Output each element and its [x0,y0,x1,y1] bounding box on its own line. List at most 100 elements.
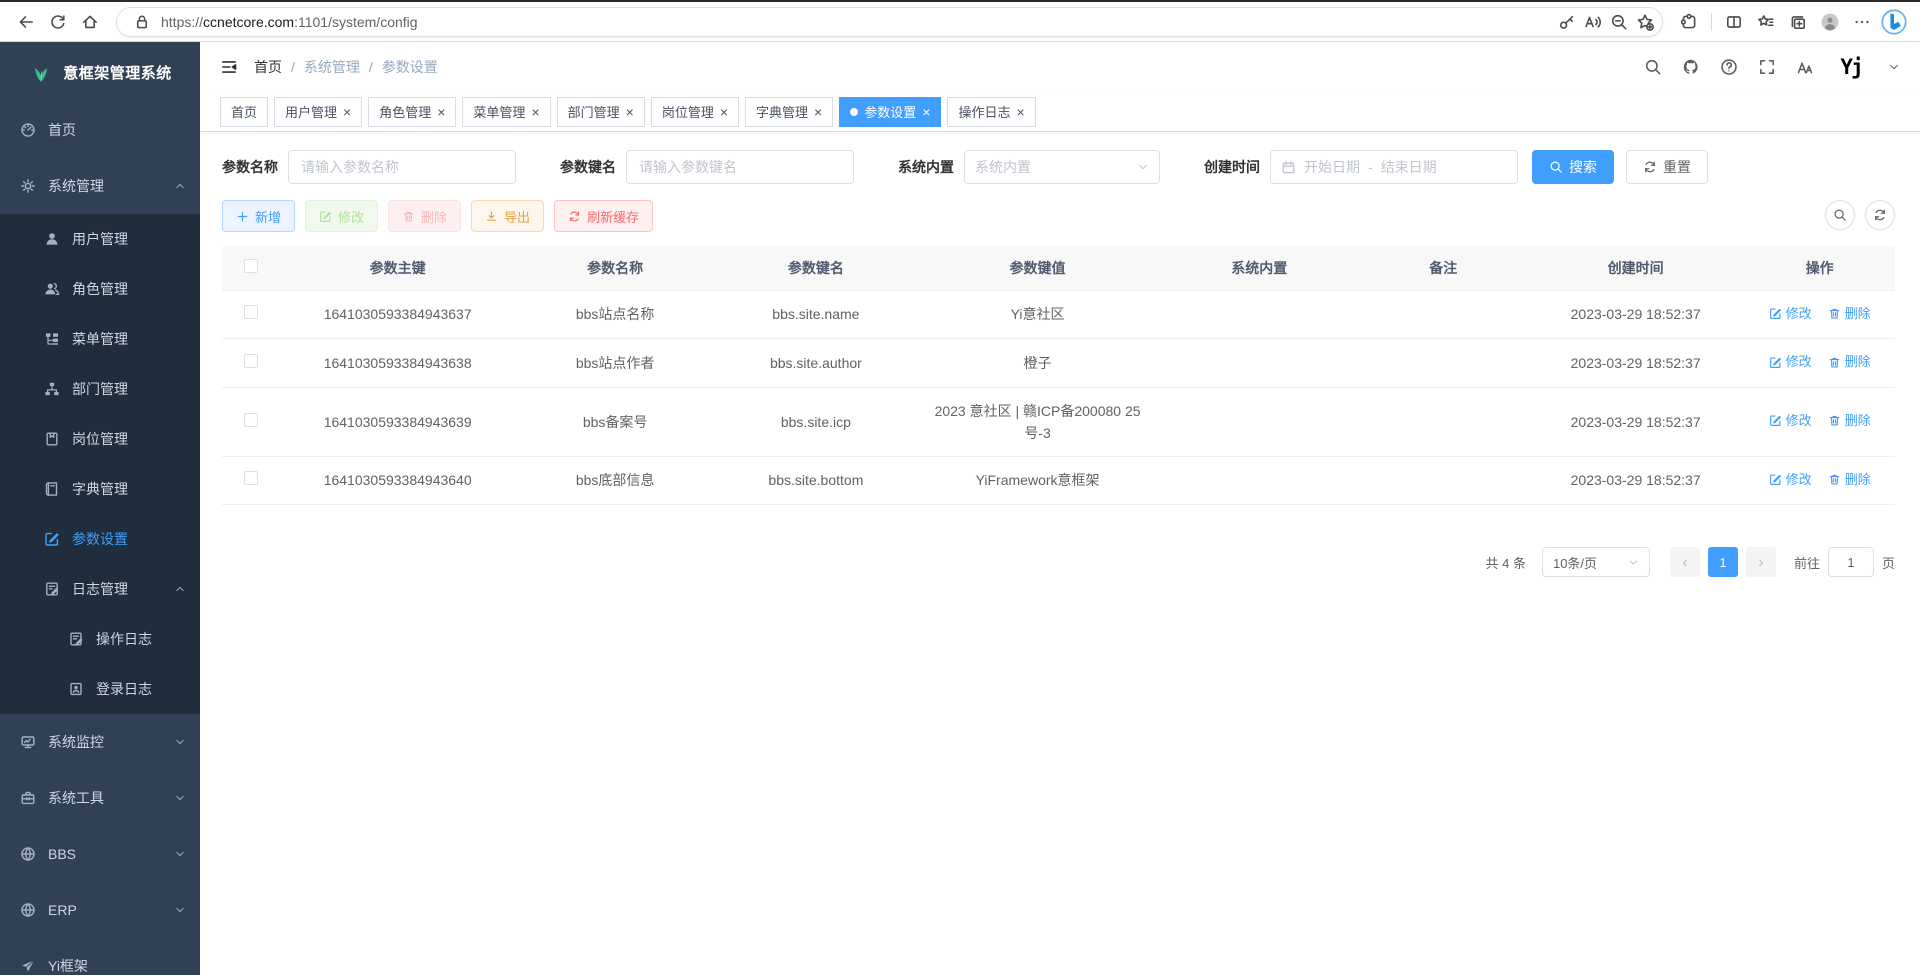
close-icon[interactable]: × [626,105,634,119]
page-size-select[interactable]: 10条/页 [1542,547,1650,577]
browser-profile-avatar[interactable] [1814,6,1846,38]
sidebar-item-loginlog[interactable]: 登录日志 [0,664,200,714]
table-row: 1641030593384943639bbs备案号bbs.site.icp202… [222,387,1895,456]
row-edit-link[interactable]: 修改 [1769,303,1812,325]
sidebar-item-post[interactable]: 岗位管理 [0,414,200,464]
sidebar-item-dict[interactable]: 字典管理 [0,464,200,514]
help-icon[interactable] [1720,58,1738,76]
select-all-checkbox[interactable] [244,259,258,273]
sidebar-item-role[interactable]: 角色管理 [0,264,200,314]
tab-操作日志[interactable]: 操作日志× [947,97,1035,127]
row-checkbox[interactable] [244,471,258,485]
github-icon[interactable] [1682,58,1700,76]
close-icon[interactable]: × [814,105,822,119]
tab-首页[interactable]: 首页 [220,97,268,127]
extensions-icon[interactable] [1673,6,1705,38]
tab-菜单管理[interactable]: 菜单管理× [462,97,550,127]
page-1-button[interactable]: 1 [1708,547,1738,577]
tab-岗位管理[interactable]: 岗位管理× [651,97,739,127]
tab-参数设置[interactable]: 参数设置× [839,97,941,127]
close-icon[interactable]: × [437,105,445,119]
breadcrumb-item[interactable]: 首页 [254,57,282,77]
builtin-select[interactable]: 系统内置 [964,150,1160,184]
sidebar-item-yiframe[interactable]: Yi框架 [0,938,200,975]
row-delete-link[interactable]: 删除 [1828,469,1871,491]
toolbox-icon [20,790,36,806]
toolbar-button-导出[interactable]: 导出 [471,200,544,232]
header-search-icon[interactable] [1644,58,1662,76]
bing-chat-icon[interactable] [1878,6,1910,38]
font-size-icon[interactable] [1796,58,1814,76]
trash-icon [1828,414,1841,427]
sidebar-item-tool[interactable]: 系统工具 [0,770,200,826]
sidebar-item-erp[interactable]: ERP [0,882,200,938]
sidebar-item-user[interactable]: 用户管理 [0,214,200,264]
fullscreen-icon[interactable] [1758,58,1776,76]
tab-角色管理[interactable]: 角色管理× [368,97,456,127]
browser-more-icon[interactable] [1846,6,1878,38]
address-bar[interactable]: https://ccnetcore.com:1101/system/config [116,7,1663,37]
row-delete-link[interactable]: 删除 [1828,410,1871,432]
row-checkbox[interactable] [244,354,258,368]
toggle-search-button[interactable] [1825,200,1855,230]
row-edit-link[interactable]: 修改 [1769,351,1812,373]
read-aloud-icon[interactable] [1580,9,1606,35]
refresh-table-button[interactable] [1865,200,1895,230]
close-icon[interactable]: × [531,105,539,119]
param-key-input[interactable] [626,150,854,184]
split-screen-icon[interactable] [1718,6,1750,38]
home-icon[interactable] [74,6,106,38]
row-delete-link[interactable]: 删除 [1828,351,1871,373]
reset-button[interactable]: 重置 [1626,150,1708,184]
favorites-bar-icon[interactable] [1750,6,1782,38]
close-icon[interactable]: × [343,105,351,119]
user-avatar[interactable]: Yj [1834,52,1868,82]
log-icon [44,581,60,597]
toolbar-button-新增[interactable]: 新增 [222,200,295,232]
cell-config-value: YiFramework意框架 [916,456,1159,505]
password-key-icon[interactable] [1554,9,1580,35]
back-icon[interactable] [10,6,42,38]
row-checkbox[interactable] [244,305,258,319]
close-icon[interactable]: × [922,105,930,119]
lock-icon[interactable] [129,9,155,35]
next-page-button[interactable]: › [1746,547,1776,577]
sidebar-item-bbs[interactable]: BBS [0,826,200,882]
edit-icon [1769,307,1782,320]
sidebar-item-operlog[interactable]: 操作日志 [0,614,200,664]
config-table: 参数主键参数名称参数键名参数键值系统内置备注创建时间操作 16410305933… [222,246,1895,505]
prev-page-button[interactable]: ‹ [1670,547,1700,577]
tab-用户管理[interactable]: 用户管理× [274,97,362,127]
chevron-down-icon[interactable] [1888,61,1900,73]
end-date-value: 结束日期 [1381,157,1437,177]
tab-部门管理[interactable]: 部门管理× [557,97,645,127]
date-range-picker[interactable]: 开始日期 - 结束日期 [1270,150,1518,184]
sidebar-item-log[interactable]: 日志管理 [0,564,200,614]
row-edit-link[interactable]: 修改 [1769,410,1812,432]
sidebar-item-system[interactable]: 系统管理 [0,158,200,214]
goto-page-input[interactable] [1828,547,1874,577]
close-icon[interactable]: × [1016,105,1024,119]
row-delete-link[interactable]: 删除 [1828,303,1871,325]
tab-字典管理[interactable]: 字典管理× [745,97,833,127]
sidebar-item-dept[interactable]: 部门管理 [0,364,200,414]
builtin-select-value: 系统内置 [975,157,1031,177]
sidebar-item-home[interactable]: 首页 [0,102,200,158]
sidebar-collapse-icon[interactable] [220,58,238,76]
zoom-out-icon[interactable] [1606,9,1632,35]
row-edit-link[interactable]: 修改 [1769,469,1812,491]
row-checkbox[interactable] [244,413,258,427]
close-icon[interactable]: × [720,105,728,119]
toolbar-button-刷新缓存[interactable]: 刷新缓存 [554,200,653,232]
search-button[interactable]: 搜索 [1532,150,1614,184]
param-name-input[interactable] [288,150,516,184]
chevron-down-icon [174,792,186,804]
refresh-icon[interactable] [42,6,74,38]
cell-config-name: bbs站点名称 [515,290,716,339]
sidebar-item-config[interactable]: 参数设置 [0,514,200,564]
app-logo[interactable]: 意框架管理系统 [0,42,200,102]
sidebar-item-monitor[interactable]: 系统监控 [0,714,200,770]
favorite-add-icon[interactable] [1632,9,1658,35]
sidebar-item-menu[interactable]: 菜单管理 [0,314,200,364]
collections-icon[interactable] [1782,6,1814,38]
